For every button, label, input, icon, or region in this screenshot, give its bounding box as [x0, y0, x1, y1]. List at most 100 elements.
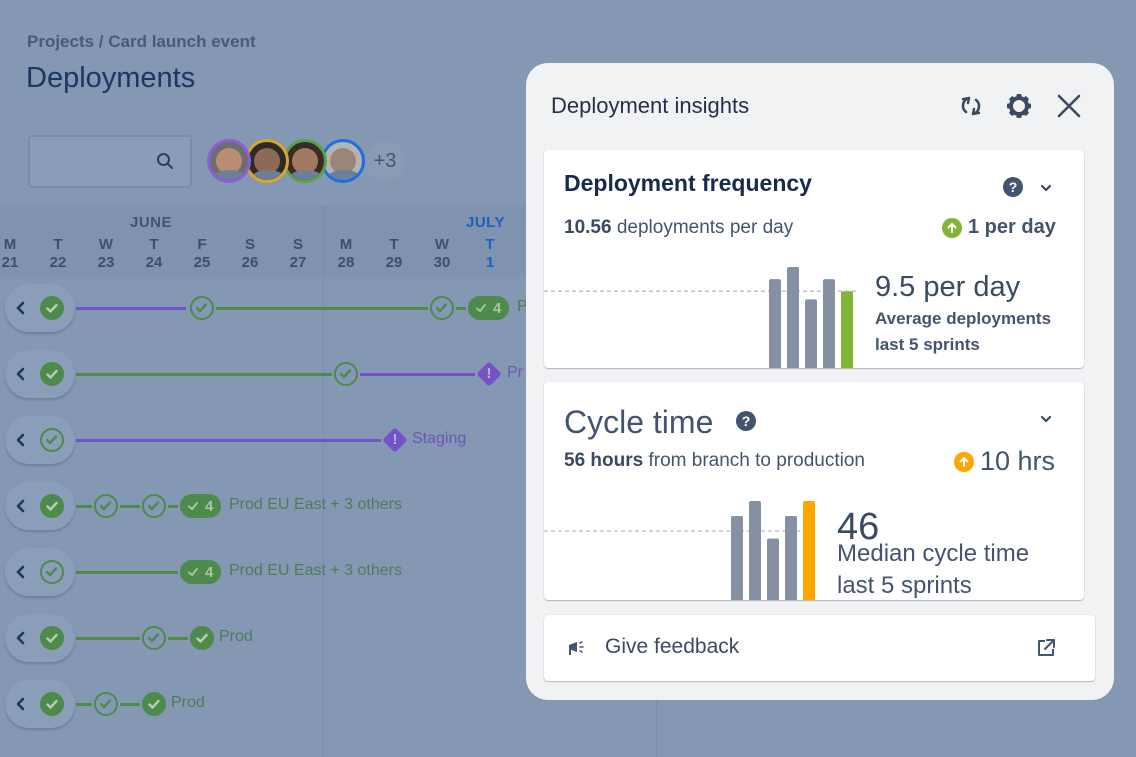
settings-button[interactable]	[1004, 91, 1034, 121]
chevron-left-icon[interactable]	[15, 496, 27, 516]
success-check-icon[interactable]	[40, 626, 64, 650]
day-of-week: S	[244, 236, 255, 253]
give-feedback-button[interactable]: Give feedback	[544, 615, 1095, 681]
chevron-left-icon[interactable]	[15, 628, 27, 648]
more-avatars-count[interactable]: +3	[365, 141, 405, 181]
check-outline-icon[interactable]	[334, 362, 358, 386]
success-check-icon[interactable]	[142, 692, 166, 716]
check-outline-icon[interactable]	[94, 494, 118, 518]
day-of-week: W	[98, 236, 114, 253]
bar-sprint-3[interactable]	[805, 299, 817, 368]
day-column: M 21	[0, 236, 25, 272]
badge-count: 4	[205, 497, 214, 515]
day-of-week: W	[434, 236, 450, 253]
pipeline-connector	[76, 306, 186, 310]
bar-sprint-4[interactable]	[823, 279, 835, 368]
deployment-row[interactable]: Prod	[0, 671, 526, 737]
day-of-week: M	[3, 236, 17, 253]
avatar[interactable]	[283, 139, 327, 183]
check-outline-icon[interactable]	[430, 296, 454, 320]
environment-count-badge[interactable]: 4	[468, 296, 510, 320]
check-outline-icon[interactable]	[142, 626, 166, 650]
day-of-week: S	[292, 236, 303, 253]
pipeline-connector	[120, 504, 140, 508]
deployment-row[interactable]: 4P	[0, 275, 528, 341]
caption-line-2: last 5 sprints	[837, 572, 972, 599]
deployment-frequency-card: Deployment frequency ? 10.56 deployments…	[544, 150, 1084, 368]
deployment-insights-panel: Deployment insights Deployment frequency…	[526, 63, 1114, 700]
gear-icon	[1007, 94, 1031, 118]
chevron-left-icon[interactable]	[15, 694, 27, 714]
bar-sprint-1[interactable]	[769, 279, 781, 368]
success-check-icon[interactable]	[190, 626, 214, 650]
megaphone-icon	[569, 641, 584, 655]
deployment-row[interactable]: 4 Prod EU East + 3 others	[0, 539, 526, 605]
warning-diamond-icon[interactable]: !	[476, 361, 502, 387]
deployment-row[interactable]: 4 Prod EU East + 3 others	[0, 473, 526, 539]
environment-count-badge[interactable]: 4	[180, 560, 222, 584]
success-check-icon[interactable]	[40, 362, 64, 386]
day-date: 25	[193, 254, 211, 271]
environment-count-badge[interactable]: 4	[180, 494, 222, 518]
day-column: S 27	[283, 236, 313, 272]
success-check-icon[interactable]	[40, 494, 64, 518]
bar-sprint-4[interactable]	[785, 516, 797, 600]
deployment-row[interactable]: Prod	[0, 605, 526, 671]
breadcrumb[interactable]: Projects / Card launch event	[27, 32, 256, 52]
bar-sprint-2[interactable]	[749, 501, 761, 600]
page-title: Deployments	[26, 62, 196, 94]
pipeline-connector	[120, 702, 140, 706]
day-of-week: T	[485, 236, 495, 253]
pipeline-connector	[216, 306, 428, 310]
check-outline-icon[interactable]	[40, 428, 64, 452]
day-column: T1	[475, 236, 505, 272]
search-icon	[157, 153, 173, 169]
day-of-week: M	[339, 236, 353, 253]
avatar[interactable]	[207, 139, 251, 183]
bar-sprint-5[interactable]	[803, 501, 815, 600]
day-column: T 29	[379, 236, 409, 272]
warning-diamond-icon[interactable]: !	[382, 427, 408, 453]
avatar[interactable]	[245, 139, 289, 183]
check-outline-icon[interactable]	[142, 494, 166, 518]
pipeline-connector	[168, 636, 188, 640]
chevron-left-icon[interactable]	[15, 298, 27, 318]
pipeline-connector	[76, 570, 178, 574]
average-value: 9.5 per day	[875, 271, 1021, 303]
deployment-row[interactable]: ! Staging	[0, 407, 526, 473]
day-column: T 22	[43, 236, 73, 272]
check-outline-icon[interactable]	[94, 692, 118, 716]
success-check-icon[interactable]	[40, 296, 64, 320]
close-button[interactable]	[1054, 91, 1084, 121]
deployment-timeline: JUNE JULY M 21 T 22 W 23 T 24 F 25 S 26 S 27 M 28 T 29 W 30 T 1…	[0, 205, 528, 757]
success-check-icon[interactable]	[40, 692, 64, 716]
check-icon	[188, 568, 198, 576]
check-outline-icon[interactable]	[40, 560, 64, 584]
check-outline-icon[interactable]	[190, 296, 214, 320]
day-date: 28	[337, 254, 355, 271]
environment-label: Prod EU East + 3 others	[229, 562, 402, 579]
chevron-left-icon[interactable]	[15, 430, 27, 450]
bar-sprint-2[interactable]	[787, 267, 799, 368]
deployment-frequency-chart	[544, 267, 856, 368]
avatar-body	[212, 170, 248, 180]
refresh-button[interactable]	[956, 91, 986, 121]
panel-title: Deployment insights	[551, 93, 750, 118]
day-column: W 23	[91, 236, 121, 272]
environment-label: Prod EU East + 3 others	[229, 496, 402, 513]
day-of-week: T	[389, 236, 399, 253]
refresh-icon	[961, 96, 981, 116]
chevron-left-icon[interactable]	[15, 364, 27, 384]
chevron-left-icon[interactable]	[15, 562, 27, 582]
deployment-row[interactable]: ! Pr	[0, 341, 526, 407]
avatar[interactable]	[321, 139, 365, 183]
badge-count: 4	[493, 299, 502, 317]
bar-sprint-1[interactable]	[731, 516, 743, 600]
bar-sprint-5[interactable]	[841, 291, 853, 368]
check-icon	[476, 304, 486, 312]
exclamation-mark: !	[392, 431, 398, 448]
search-input[interactable]	[28, 135, 192, 188]
day-date: 1	[485, 254, 495, 271]
pipeline-connector	[456, 306, 466, 310]
bar-sprint-3[interactable]	[767, 538, 779, 601]
